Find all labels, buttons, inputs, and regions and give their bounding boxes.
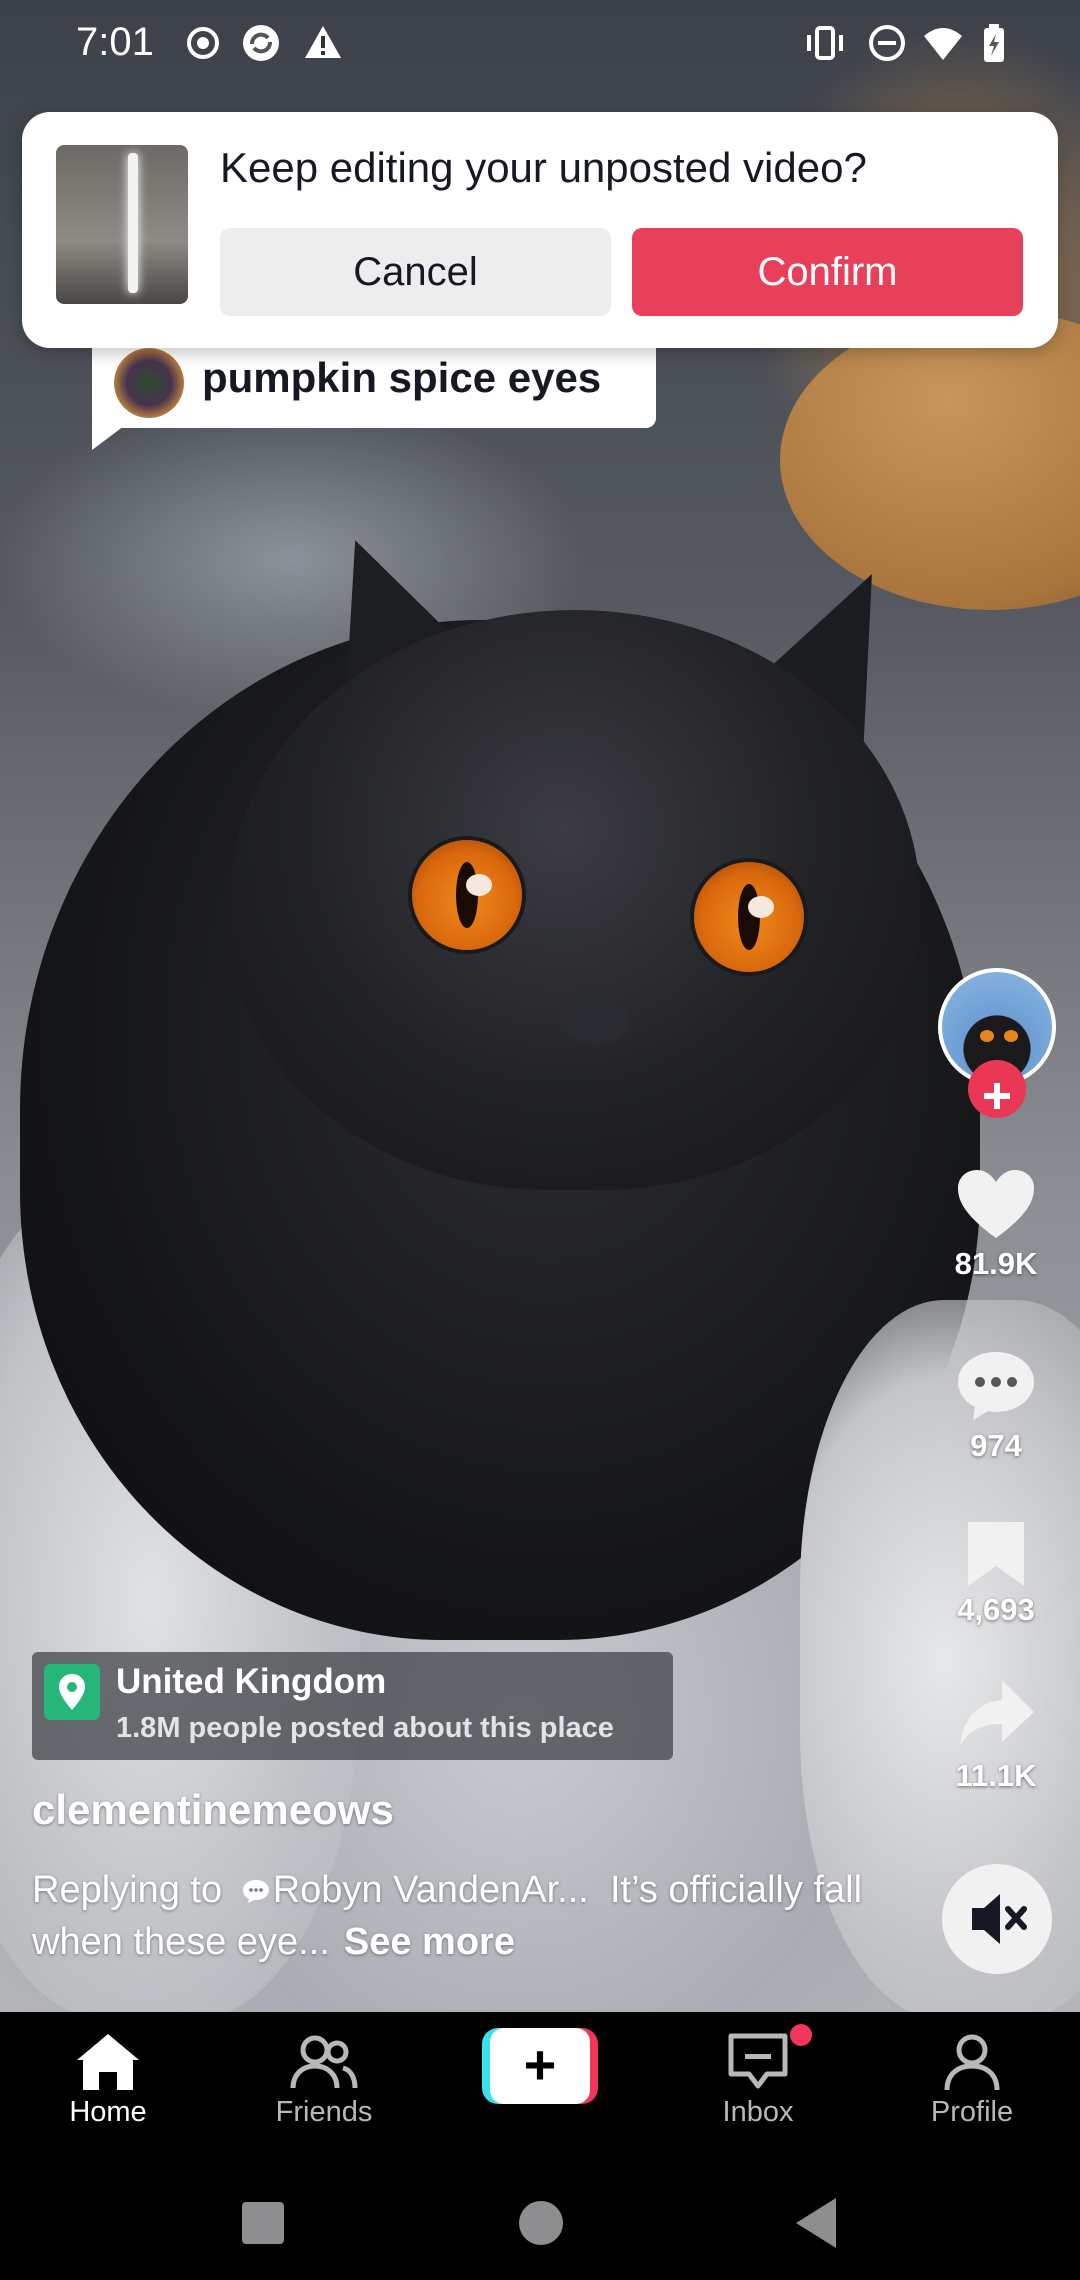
create-button[interactable]: + bbox=[482, 2028, 598, 2104]
plus-icon bbox=[984, 1082, 1010, 1109]
comment-bubble-icon bbox=[242, 1880, 269, 1903]
system-navigation-bar bbox=[0, 2162, 1080, 2280]
nav-friends[interactable]: Friends bbox=[244, 2030, 404, 2129]
friends-icon bbox=[290, 2035, 358, 2089]
cat-eye-right bbox=[694, 862, 804, 972]
location-pin-icon bbox=[44, 1664, 100, 1720]
nav-home-label: Home bbox=[69, 2096, 147, 2128]
location-subtitle: 1.8M people posted about this place bbox=[116, 1712, 614, 1744]
profile-icon bbox=[944, 2034, 1000, 2091]
wifi-icon bbox=[924, 28, 962, 60]
sound-sticker[interactable]: pumpkin spice eyes bbox=[92, 340, 656, 428]
comment-count: 974 bbox=[970, 1428, 1022, 1463]
share-count: 11.1K bbox=[955, 1758, 1037, 1793]
bookmark-icon bbox=[968, 1522, 1024, 1586]
cancel-button[interactable]: Cancel bbox=[220, 228, 611, 316]
see-more-link[interactable]: See more bbox=[344, 1921, 515, 1963]
sync-icon bbox=[243, 25, 279, 61]
cat-head bbox=[230, 610, 920, 1190]
sound-sticker-label: pumpkin spice eyes bbox=[202, 354, 602, 401]
save-button[interactable]: 4,693 bbox=[936, 1518, 1056, 1628]
create-plus-label: + bbox=[490, 2028, 590, 2104]
like-count: 81.9K bbox=[954, 1246, 1038, 1281]
confirm-button[interactable]: Confirm bbox=[632, 228, 1023, 316]
location-title: United Kingdom bbox=[116, 1662, 387, 1701]
home-button[interactable] bbox=[519, 2201, 563, 2245]
mute-button[interactable] bbox=[942, 1864, 1052, 1974]
caption-reply-prefix: Replying to bbox=[32, 1869, 223, 1911]
inbox-icon bbox=[728, 2033, 788, 2089]
recents-button[interactable] bbox=[242, 2202, 284, 2244]
nav-inbox[interactable]: Inbox bbox=[678, 2030, 838, 2129]
video-caption[interactable]: Replying to Robyn VandenAr... It’s offic… bbox=[32, 1864, 882, 1968]
draft-thumbnail bbox=[56, 145, 188, 304]
like-button[interactable]: 81.9K bbox=[936, 1168, 1056, 1282]
warning-icon bbox=[305, 26, 341, 58]
comment-icon bbox=[958, 1352, 1034, 1420]
battery-icon bbox=[984, 24, 1004, 62]
cat-nose bbox=[560, 1000, 630, 1044]
status-bar: 7:01 bbox=[0, 0, 1080, 88]
save-count: 4,693 bbox=[957, 1592, 1035, 1627]
sticker-tail bbox=[92, 420, 132, 450]
share-button[interactable]: 11.1K bbox=[936, 1674, 1056, 1794]
follow-button[interactable] bbox=[968, 1060, 1026, 1118]
share-icon bbox=[960, 1680, 1034, 1746]
bottom-navigation: Home Friends + Inbox Profile bbox=[0, 2012, 1080, 2162]
comment-button[interactable]: 974 bbox=[936, 1348, 1056, 1464]
do-not-disturb-icon bbox=[869, 25, 905, 61]
status-time: 7:01 bbox=[76, 20, 154, 64]
speaker-muted-icon bbox=[972, 1894, 1027, 1944]
vibrate-icon bbox=[807, 26, 843, 60]
draft-dialog: Keep editing your unposted video? Cancel… bbox=[22, 112, 1058, 348]
home-icon bbox=[77, 2034, 139, 2090]
nav-profile[interactable]: Profile bbox=[892, 2030, 1052, 2129]
inbox-notification-dot bbox=[790, 2024, 812, 2046]
heart-icon bbox=[958, 1170, 1034, 1238]
nav-friends-label: Friends bbox=[275, 2096, 373, 2128]
nav-profile-label: Profile bbox=[930, 2096, 1014, 2128]
cat-eye-left bbox=[412, 840, 522, 950]
dialog-title: Keep editing your unposted video? bbox=[220, 144, 867, 191]
nav-inbox-label: Inbox bbox=[722, 2096, 794, 2128]
creator-username[interactable]: clementinemeows bbox=[32, 1786, 394, 1834]
back-button[interactable] bbox=[796, 2198, 836, 2248]
sound-avatar bbox=[114, 348, 184, 418]
record-icon bbox=[187, 27, 219, 59]
nav-home[interactable]: Home bbox=[28, 2030, 188, 2129]
caption-mention[interactable]: Robyn VandenAr... bbox=[273, 1869, 589, 1911]
location-tag[interactable]: United Kingdom 1.8M people posted about … bbox=[32, 1652, 673, 1760]
